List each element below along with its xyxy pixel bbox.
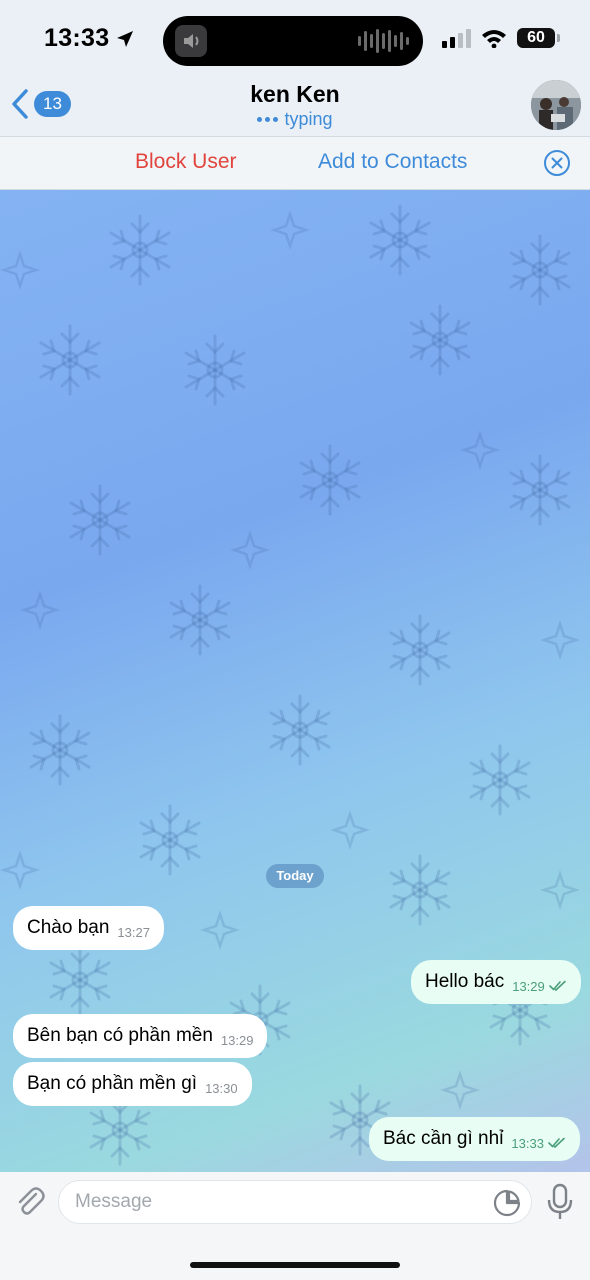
- avatar[interactable]: [531, 80, 581, 130]
- message-bubble-incoming[interactable]: Chào bạn 13:27: [13, 906, 164, 950]
- message-time: 13:33: [511, 1135, 544, 1151]
- wifi-icon: [482, 30, 506, 48]
- status-indicators: 60: [442, 28, 560, 48]
- contact-action-bar: Block User Add to Contacts: [0, 136, 590, 190]
- battery-level: 60: [517, 28, 555, 48]
- signal-icon: [442, 28, 471, 48]
- add-to-contacts-button[interactable]: Add to Contacts: [318, 150, 467, 174]
- mic-icon[interactable]: [545, 1182, 575, 1222]
- back-button[interactable]: 13: [10, 88, 71, 120]
- message-time: 13:30: [205, 1080, 238, 1096]
- chat-area[interactable]: Today Chào bạn 13:27 Hello bác 13:29 Bên…: [0, 190, 590, 1172]
- message-time: 13:29: [220, 1032, 254, 1048]
- paperclip-icon[interactable]: [12, 1184, 48, 1220]
- battery-icon: 60: [517, 28, 560, 48]
- message-text: Bên bạn có phần mền: [27, 1025, 213, 1046]
- status-time: 13:33: [44, 24, 110, 52]
- block-user-button[interactable]: Block User: [135, 150, 237, 174]
- message-bubble-incoming[interactable]: Bên bạn có phần mền 13:29: [13, 1014, 268, 1058]
- status-clock: 13:33: [44, 24, 135, 53]
- chat-header: ken Ken typing 13: [0, 80, 590, 136]
- dynamic-island: [163, 16, 423, 66]
- message-input-field[interactable]: [58, 1180, 532, 1224]
- home-indicator[interactable]: [190, 1262, 400, 1268]
- typing-status: typing: [257, 108, 333, 130]
- double-check-icon: [548, 1137, 565, 1149]
- sticker-icon[interactable]: [493, 1189, 521, 1217]
- speaker-icon: [175, 25, 207, 57]
- message-text: Chào bạn: [27, 917, 110, 938]
- back-chevron-icon: [12, 89, 28, 119]
- message-time: 13:29: [512, 978, 545, 994]
- close-circle-icon[interactable]: [543, 149, 571, 177]
- message-composer: [0, 1172, 590, 1280]
- message-bubble-outgoing[interactable]: Hello bác 13:29: [411, 960, 581, 1004]
- unread-count-badge: 13: [34, 91, 71, 117]
- location-arrow-icon: [117, 30, 134, 47]
- chat-title: ken Ken: [250, 81, 340, 107]
- status-bar: 13:33 60: [0, 0, 590, 80]
- double-check-icon: [548, 980, 566, 992]
- typing-dots-icon: [257, 116, 279, 122]
- message-input[interactable]: [75, 1181, 485, 1223]
- message-text: Hello bác: [425, 971, 505, 992]
- date-separator: Today: [266, 864, 324, 888]
- chat-title-block[interactable]: ken Ken typing: [0, 80, 590, 130]
- message-text: Bạn có phần mền gì: [27, 1073, 198, 1094]
- message-bubble-outgoing[interactable]: Bác cần gì nhỉ 13:33: [369, 1117, 580, 1161]
- typing-status-label: typing: [284, 109, 333, 129]
- message-bubble-incoming[interactable]: Bạn có phần mền gì 13:30: [13, 1062, 252, 1106]
- audio-wave-icon: [358, 28, 409, 54]
- message-text: Bác cần gì nhỉ: [383, 1128, 504, 1149]
- message-time: 13:27: [117, 924, 150, 940]
